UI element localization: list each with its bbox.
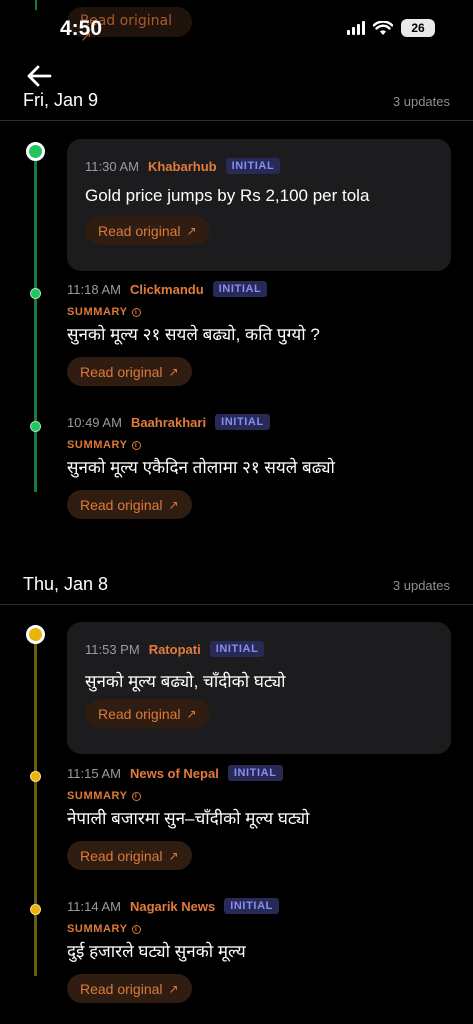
- read-original-label: Read original: [80, 496, 163, 513]
- update-meta: 11:14 AM Nagarik News INITIAL: [67, 898, 451, 914]
- update-card[interactable]: 11:30 AM Khabarhub INITIAL Gold price ju…: [67, 139, 451, 271]
- update-meta: 10:49 AM Baahrakhari INITIAL: [67, 414, 451, 430]
- info-icon[interactable]: i: [131, 924, 141, 934]
- update-count: 3 updates: [392, 578, 450, 593]
- status-time: 4:50: [60, 17, 103, 40]
- read-original-button[interactable]: Read original ↗: [67, 357, 192, 386]
- headline: सुनको मूल्य एकैदिन तोलामा २१ सयले बढ्यो: [67, 458, 335, 477]
- update-meta: 11:15 AM News of Nepal INITIAL: [67, 765, 451, 781]
- day-header: Thu, Jan 8 3 updates: [0, 574, 473, 614]
- day-title: Thu, Jan 8: [23, 574, 109, 594]
- timeline-dot: [26, 625, 45, 644]
- headline: Gold price jumps by Rs 2,100 per tola: [85, 186, 370, 205]
- summary-text: SUMMARY: [67, 923, 128, 935]
- summary-text: SUMMARY: [67, 439, 128, 451]
- summary-text: SUMMARY: [67, 790, 128, 802]
- update-time: 10:49 AM: [67, 414, 122, 430]
- update-item: 11:18 AM Clickmandu INITIAL SUMMARY i सुन…: [67, 281, 451, 386]
- arrow-up-right-icon: ↗: [168, 364, 179, 379]
- timeline-dot: [30, 771, 41, 782]
- info-icon[interactable]: i: [131, 307, 141, 317]
- wifi-icon: [373, 20, 393, 35]
- read-original-label: Read original: [80, 980, 163, 997]
- summary-label: SUMMARY i: [67, 306, 451, 318]
- read-original-label: Read original: [98, 705, 181, 722]
- source-name[interactable]: News of Nepal: [130, 766, 219, 781]
- read-original-button[interactable]: Read original ↗: [85, 699, 210, 728]
- source-name[interactable]: Khabarhub: [148, 159, 217, 174]
- info-icon[interactable]: i: [131, 791, 141, 801]
- update-item: 10:49 AM Baahrakhari INITIAL SUMMARY i सु…: [67, 414, 451, 519]
- read-original-button[interactable]: Read original ↗: [67, 974, 192, 1003]
- headline: सुनको मूल्य २१ सयले बढ्यो, कति पुग्यो ?: [67, 325, 320, 344]
- update-item: 11:14 AM Nagarik News INITIAL SUMMARY i द…: [67, 898, 451, 1003]
- battery-icon: 26: [401, 19, 435, 37]
- initial-badge: INITIAL: [212, 281, 268, 297]
- initial-badge: INITIAL: [215, 414, 270, 430]
- read-original-button[interactable]: Read original ↗: [67, 490, 192, 519]
- read-original-label: Read original: [80, 847, 163, 864]
- day-title: Fri, Jan 9: [23, 90, 99, 110]
- update-meta: 11:53 PM Ratopati INITIAL: [85, 641, 265, 657]
- summary-label: SUMMARY i: [67, 790, 451, 802]
- headline: नेपाली बजारमा सुन–चाँदीको मूल्य घट्यो: [67, 809, 310, 828]
- source-name[interactable]: Ratopati: [149, 642, 201, 657]
- arrow-up-right-icon: ↗: [168, 848, 179, 863]
- update-meta: 11:30 AM Khabarhub INITIAL: [85, 158, 281, 174]
- update-time: 11:30 AM: [85, 158, 139, 174]
- timeline-dot: [30, 904, 41, 915]
- source-name[interactable]: Clickmandu: [130, 282, 204, 297]
- status-icons: 26: [347, 19, 435, 37]
- initial-badge: INITIAL: [224, 898, 279, 914]
- headline: सुनको मूल्य बढ्यो, चाँदीको घट्यो: [85, 672, 286, 691]
- timeline-line: [34, 152, 37, 492]
- divider: [0, 604, 473, 605]
- initial-badge: INITIAL: [227, 765, 283, 781]
- summary-text: SUMMARY: [67, 306, 128, 318]
- update-time: 11:14 AM: [67, 898, 121, 914]
- read-original-label: Read original: [98, 222, 181, 239]
- initial-badge: INITIAL: [209, 641, 265, 657]
- update-item: 11:15 AM News of Nepal INITIAL SUMMARY i …: [67, 765, 451, 870]
- arrow-left-icon: [27, 65, 52, 87]
- arrow-up-right-icon: ↗: [168, 497, 179, 512]
- info-icon[interactable]: i: [131, 440, 141, 450]
- source-name[interactable]: Baahrakhari: [131, 415, 206, 430]
- summary-label: SUMMARY i: [67, 923, 451, 935]
- update-time: 11:15 AM: [67, 765, 121, 781]
- cellular-signal-icon: [347, 21, 365, 35]
- arrow-up-right-icon: ↗: [186, 223, 197, 238]
- day-header: Fri, Jan 9 3 updates: [0, 90, 473, 130]
- arrow-up-right-icon: ↗: [186, 706, 197, 721]
- back-button[interactable]: [26, 64, 56, 92]
- read-original-button[interactable]: Read original ↗: [67, 841, 192, 870]
- update-time: 11:53 PM: [85, 641, 140, 657]
- summary-label: SUMMARY i: [67, 439, 451, 451]
- divider: [0, 120, 473, 121]
- update-card[interactable]: 11:53 PM Ratopati INITIAL सुनको मूल्य बढ…: [67, 622, 451, 754]
- initial-badge: INITIAL: [225, 158, 281, 174]
- timeline-line: [34, 636, 37, 976]
- timeline-dot: [30, 421, 41, 432]
- read-original-button[interactable]: Read original ↗: [85, 216, 210, 245]
- arrow-up-right-icon: ↗: [168, 981, 179, 996]
- read-original-label: Read original: [80, 363, 163, 380]
- update-count: 3 updates: [392, 94, 450, 109]
- headline: दुई हजारले घट्यो सुनको मूल्य: [67, 942, 246, 961]
- status-bar: 4:50 26: [0, 0, 473, 50]
- update-time: 11:18 AM: [67, 281, 121, 297]
- source-name[interactable]: Nagarik News: [130, 899, 215, 914]
- timeline-dot: [26, 142, 45, 161]
- update-meta: 11:18 AM Clickmandu INITIAL: [67, 281, 451, 297]
- timeline-dot: [30, 288, 41, 299]
